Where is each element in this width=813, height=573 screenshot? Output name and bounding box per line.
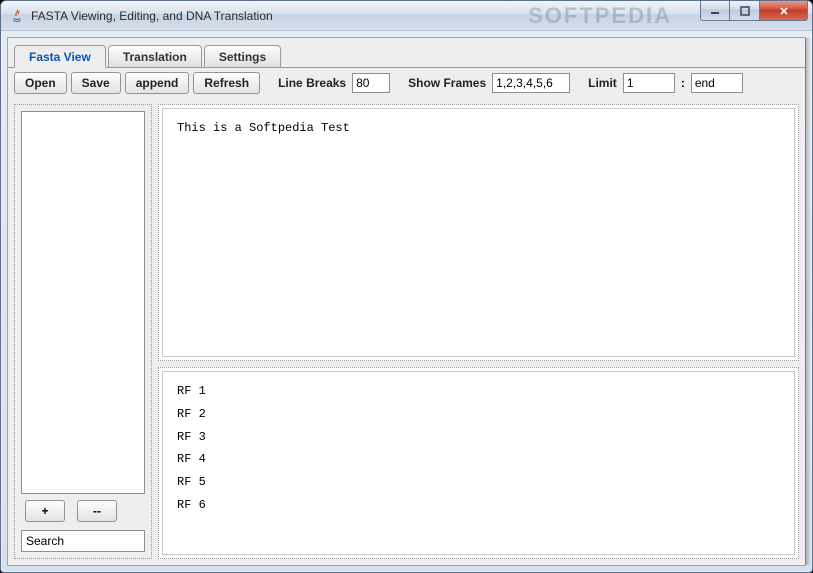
open-button[interactable]: Open (14, 72, 67, 94)
content-area: + -- This is a Softpedia Test RF 1 RF 2 … (8, 98, 805, 565)
frames-content: RF 1 RF 2 RF 3 RF 4 RF 5 RF 6 (162, 371, 795, 555)
window-title: FASTA Viewing, Editing, and DNA Translat… (31, 9, 273, 23)
close-button[interactable] (760, 1, 808, 21)
save-button[interactable]: Save (71, 72, 121, 94)
client-area: Fasta View Translation Settings Open Sav… (7, 37, 806, 566)
editor-content[interactable]: This is a Softpedia Test (162, 108, 795, 357)
limit-from-input[interactable] (623, 73, 675, 93)
add-button[interactable]: + (25, 500, 65, 522)
tab-translation[interactable]: Translation (108, 45, 202, 68)
frames-pane[interactable]: RF 1 RF 2 RF 3 RF 4 RF 5 RF 6 (158, 367, 799, 559)
append-button[interactable]: append (125, 72, 190, 94)
limit-to-input[interactable] (691, 73, 743, 93)
refresh-button[interactable]: Refresh (193, 72, 260, 94)
line-breaks-label: Line Breaks (278, 76, 346, 90)
editor-pane[interactable]: This is a Softpedia Test (158, 104, 799, 361)
line-breaks-input[interactable] (352, 73, 390, 93)
sequence-list[interactable] (21, 111, 145, 494)
limit-label: Limit (588, 76, 617, 90)
tab-fasta-view[interactable]: Fasta View (14, 45, 106, 68)
search-input[interactable] (21, 530, 145, 552)
right-panel: This is a Softpedia Test RF 1 RF 2 RF 3 … (158, 104, 799, 559)
left-panel: + -- (14, 104, 152, 559)
show-frames-label: Show Frames (408, 76, 486, 90)
app-window: FASTA Viewing, Editing, and DNA Translat… (0, 0, 813, 573)
watermark: SOFTPEDIA (528, 1, 672, 31)
window-controls (700, 1, 808, 21)
minimize-button[interactable] (700, 1, 730, 21)
add-remove-row: + -- (21, 500, 145, 522)
remove-button[interactable]: -- (77, 500, 117, 522)
maximize-button[interactable] (730, 1, 760, 21)
titlebar[interactable]: FASTA Viewing, Editing, and DNA Translat… (1, 1, 812, 31)
limit-separator: : (681, 76, 685, 90)
tab-bar: Fasta View Translation Settings (8, 38, 805, 67)
java-icon (9, 8, 25, 24)
tab-settings[interactable]: Settings (204, 45, 281, 68)
show-frames-input[interactable] (492, 73, 570, 93)
toolbar: Open Save append Refresh Line Breaks Sho… (8, 67, 805, 98)
